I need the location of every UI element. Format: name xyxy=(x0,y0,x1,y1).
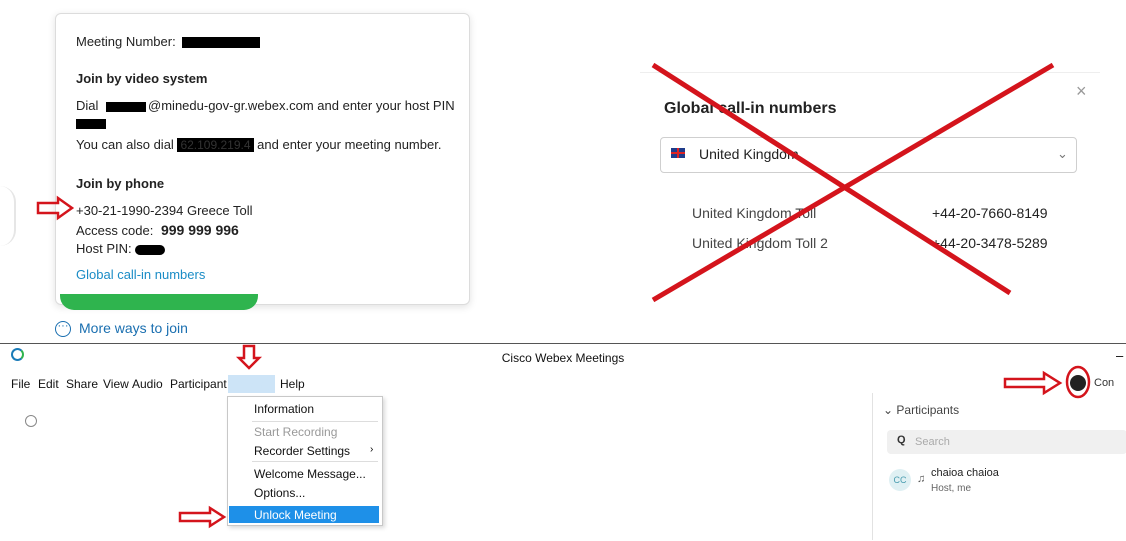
annotation-arrow xyxy=(36,195,75,221)
annotation-arrow xyxy=(178,505,227,529)
annotation-arrow xyxy=(235,344,263,370)
annotation-overlay xyxy=(36,62,1091,529)
cross-line xyxy=(651,62,1055,303)
cross-line xyxy=(651,62,1012,296)
annotation-circle xyxy=(1065,365,1091,399)
annotation-arrow xyxy=(1003,370,1063,396)
